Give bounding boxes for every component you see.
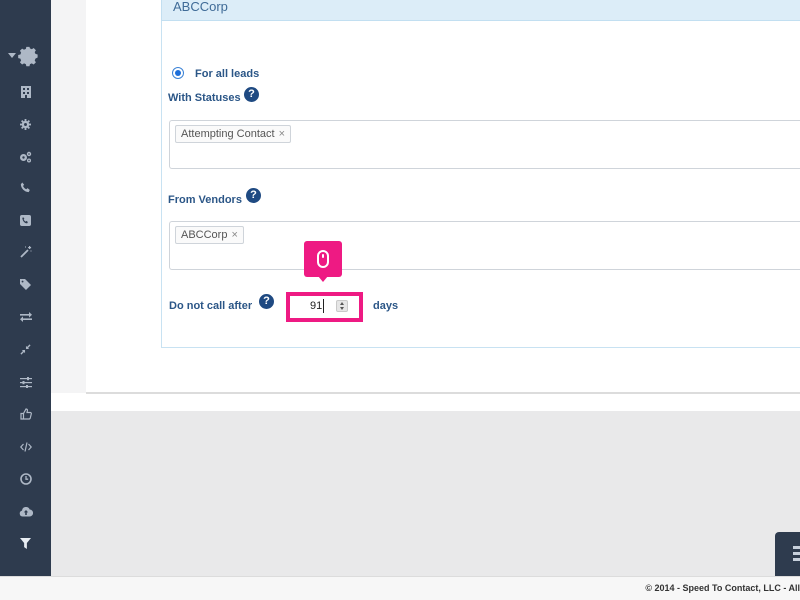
building-icon [20, 86, 31, 98]
tag-icon [20, 278, 31, 290]
with-statuses-label: With Statuses [168, 92, 241, 104]
caret-down-icon [8, 53, 16, 58]
menu-bar [793, 558, 800, 561]
sidebar-item-wizard[interactable] [0, 240, 51, 264]
days-number-input[interactable]: 91 [286, 292, 363, 322]
status-tag: Attempting Contact × [175, 125, 291, 143]
mouse-icon [317, 250, 329, 268]
content-divider [86, 392, 800, 394]
vendors-help-icon[interactable]: ? [246, 188, 261, 203]
sidebar-item-phone-numbers[interactable] [0, 208, 51, 232]
days-value: 91 [310, 300, 323, 312]
sidebar-item-transfers[interactable] [0, 305, 51, 329]
vendor-tag-label: ABCCorp [181, 229, 228, 241]
click-marker [304, 241, 342, 282]
days-label: days [373, 300, 399, 312]
sidebar-item-api[interactable] [0, 435, 51, 459]
statuses-help-icon[interactable]: ? [244, 87, 259, 102]
for-all-leads-radio[interactable] [172, 67, 184, 79]
phone-icon [20, 181, 30, 192]
sidebar-item-upload[interactable] [0, 499, 51, 523]
sliders-icon [19, 376, 32, 388]
thumbs-up-icon [19, 408, 32, 420]
sidebar-item-filters[interactable] [0, 531, 51, 555]
cloud-upload-icon [19, 506, 33, 517]
sidebar-item-calls[interactable] [0, 175, 51, 199]
remove-tag-icon[interactable]: × [279, 126, 285, 142]
help-widget-tab[interactable] [775, 532, 800, 576]
gear-icon [20, 118, 31, 130]
sidebar-item-filters-config[interactable] [0, 370, 51, 394]
sidebar [0, 0, 51, 576]
exchange-icon [19, 312, 32, 322]
gears-icon [20, 151, 32, 163]
status-tag-label: Attempting Contact [181, 128, 275, 140]
vendors-tag-input[interactable]: ABCCorp × [169, 221, 800, 270]
settings-menu-toggle[interactable] [4, 40, 51, 72]
vendor-tag: ABCCorp × [175, 226, 244, 244]
do-not-call-after-label: Do not call after [169, 300, 253, 312]
sidebar-item-tags[interactable] [0, 272, 51, 296]
filter-icon [20, 537, 31, 549]
compress-icon [20, 343, 31, 355]
text-cursor [323, 299, 324, 313]
vendor-panel [161, 0, 800, 348]
sidebar-item-advanced-settings[interactable] [0, 145, 51, 169]
phone-square-icon [20, 214, 31, 226]
remove-tag-icon[interactable]: × [231, 227, 237, 243]
sidebar-item-company[interactable] [0, 80, 51, 104]
menu-bar [793, 552, 800, 555]
footer-copyright: © 2014 - Speed To Contact, LLC - All [645, 583, 800, 593]
vendor-panel-header: ABCCorp [161, 0, 800, 21]
content-gutter [51, 0, 86, 393]
sidebar-item-settings[interactable] [0, 112, 51, 136]
sidebar-item-feedback[interactable] [0, 402, 51, 426]
clock-icon [19, 473, 32, 485]
gear-large-icon [17, 46, 38, 67]
sidebar-item-merge[interactable] [0, 337, 51, 361]
statuses-tag-input[interactable]: Attempting Contact × [169, 120, 800, 169]
magic-wand-icon [19, 246, 31, 258]
for-all-leads-label: For all leads [195, 68, 260, 80]
number-spinner[interactable] [336, 300, 348, 312]
from-vendors-label: From Vendors [168, 194, 242, 206]
do-not-call-help-icon[interactable]: ? [259, 294, 274, 309]
panel-title: ABCCorp [173, 0, 228, 14]
code-icon [19, 442, 32, 452]
sidebar-item-schedule[interactable] [0, 467, 51, 491]
menu-bar [793, 546, 800, 549]
